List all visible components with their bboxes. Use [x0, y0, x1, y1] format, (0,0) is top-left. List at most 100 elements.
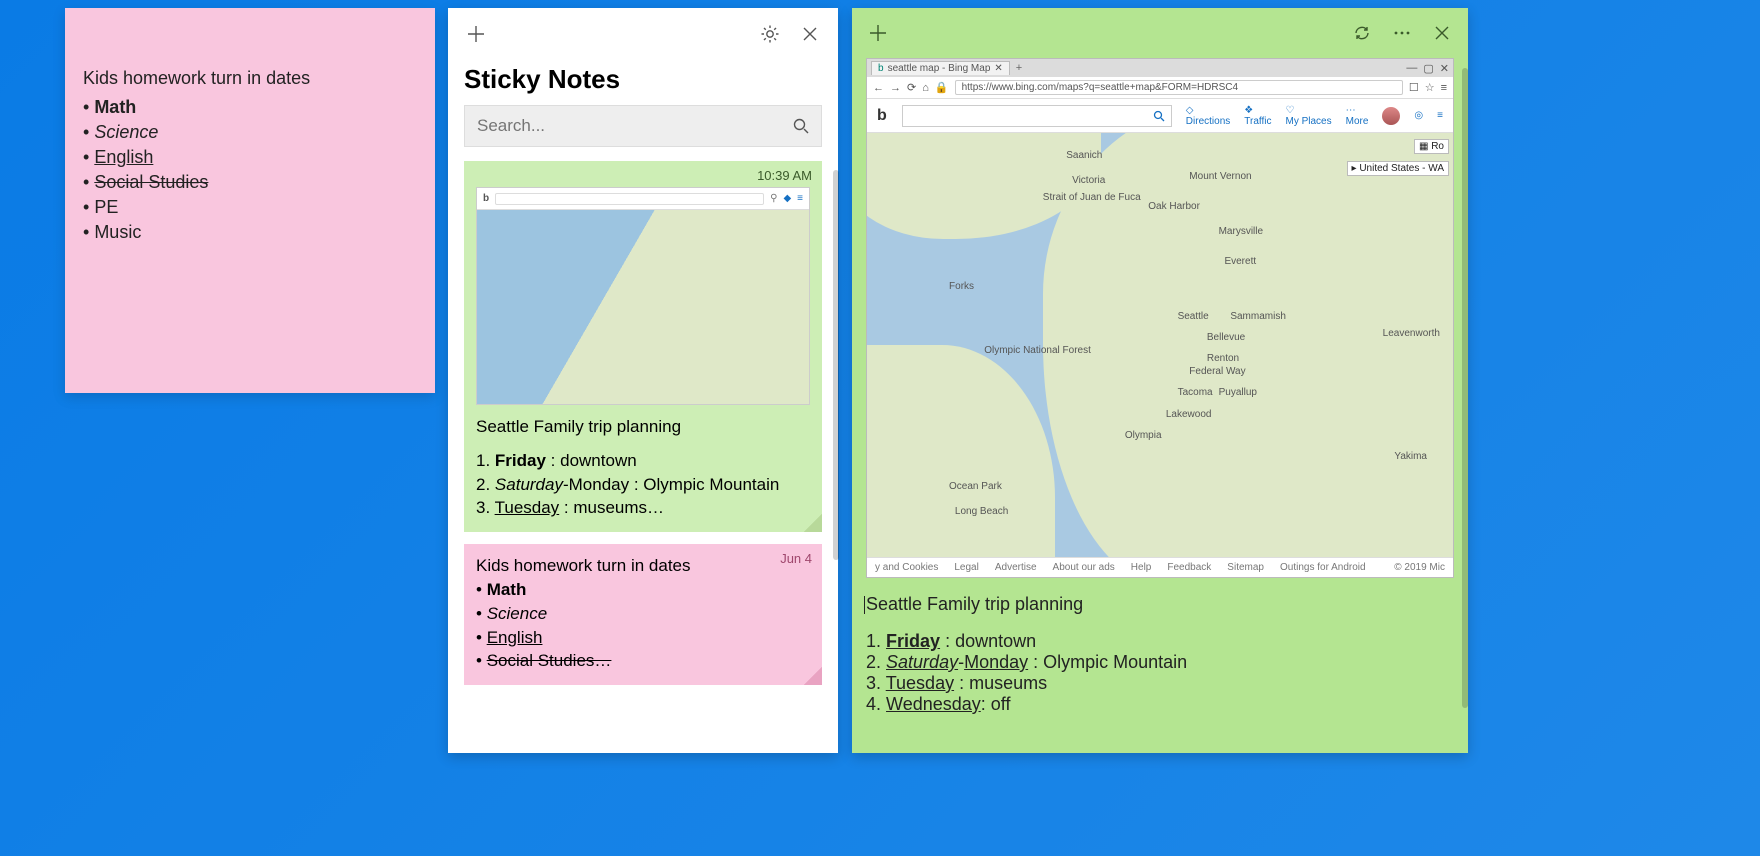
map-region-badge[interactable]: ▸ United States - WA: [1347, 161, 1449, 176]
map-place-label: Everett: [1224, 256, 1256, 267]
list-item: Science: [487, 604, 547, 623]
map-place-label: Oak Harbor: [1148, 201, 1200, 212]
avatar-icon[interactable]: [1382, 107, 1400, 125]
map-place-label: Strait of Juan de Fuca: [1043, 192, 1141, 203]
note-card-title: Kids homework turn in dates: [476, 554, 810, 578]
map-place-label: Bellevue: [1207, 332, 1245, 343]
notes-list: 10:39 AM b⚲◆≡ Seattle Family trip planni…: [448, 161, 838, 753]
list-item: Social Studies…: [487, 651, 612, 670]
footer-link[interactable]: Outings for Android: [1280, 562, 1366, 573]
map-place-label: Olympia: [1125, 430, 1162, 441]
home-icon[interactable]: ⌂: [922, 82, 929, 94]
map-place-label: Mount Vernon: [1189, 171, 1251, 182]
forward-icon[interactable]: →: [890, 82, 901, 94]
note-line: 1. Friday : downtown: [476, 449, 810, 473]
settings-button[interactable]: [750, 14, 790, 54]
map-place-label: Saanich: [1066, 150, 1102, 161]
new-tab-button[interactable]: +: [1016, 62, 1022, 74]
bing-search-input[interactable]: [902, 105, 1172, 127]
maximize-icon[interactable]: ▢: [1423, 62, 1433, 75]
map-thumbnail: b⚲◆≡: [476, 187, 810, 405]
map-place-label: Federal Way: [1189, 366, 1245, 377]
bing-logo-icon: b: [877, 107, 887, 125]
list-item: Music: [94, 222, 141, 242]
footer-link[interactable]: Feedback: [1167, 562, 1211, 573]
note-card-title: Seattle Family trip planning: [476, 415, 810, 439]
note-line: 3. Tuesday : museums…: [476, 496, 810, 520]
corner-fold-icon: [804, 514, 822, 532]
note-timestamp: Jun 4: [780, 550, 812, 568]
minimize-icon[interactable]: —: [1406, 62, 1417, 74]
note-body[interactable]: bseattle map - Bing Map✕ + — ▢ ✕ ← → ⟳ ⌂…: [852, 58, 1468, 753]
corner-fold-icon: [804, 667, 822, 685]
refresh-icon[interactable]: ⟳: [907, 81, 916, 94]
back-icon[interactable]: ←: [873, 82, 884, 94]
close-button[interactable]: [790, 14, 830, 54]
map-place-label: Marysville: [1219, 226, 1263, 237]
toolbar-myplaces[interactable]: ♡My Places: [1286, 105, 1332, 127]
close-button[interactable]: [1422, 13, 1462, 53]
toolbar-traffic[interactable]: ❖Traffic: [1244, 105, 1271, 127]
map-place-label: Ocean Park: [949, 481, 1002, 492]
footer-link[interactable]: Advertise: [995, 562, 1037, 573]
more-button[interactable]: [1382, 13, 1422, 53]
search-input[interactable]: [477, 116, 793, 136]
footer-link[interactable]: Sitemap: [1227, 562, 1264, 573]
bing-logo-icon: b: [483, 192, 489, 206]
embedded-browser: bseattle map - Bing Map✕ + — ▢ ✕ ← → ⟳ ⌂…: [866, 58, 1454, 578]
map-footer: y and Cookies Legal Advertise About our …: [867, 557, 1453, 577]
footer-link[interactable]: About our ads: [1053, 562, 1115, 573]
favorite-icon[interactable]: ☆: [1425, 81, 1435, 94]
map-place-label: Seattle: [1178, 311, 1209, 322]
map-place-label: Forks: [949, 281, 974, 292]
footer-link[interactable]: Legal: [954, 562, 978, 573]
footer-link[interactable]: y and Cookies: [875, 562, 938, 573]
scrollbar[interactable]: [1462, 68, 1468, 708]
note-line: 2. Saturday-Monday : Olympic Mountain: [866, 652, 1454, 673]
note-line: 4. Wednesday: off: [866, 694, 1454, 715]
rewards-icon[interactable]: ◎: [1414, 110, 1423, 121]
browser-tab[interactable]: bseattle map - Bing Map✕: [871, 61, 1010, 75]
map-place-label: Sammamish: [1230, 311, 1286, 322]
plus-icon: [869, 24, 887, 42]
toolbar-more[interactable]: ⋯More: [1346, 105, 1369, 127]
map-place-label: Long Beach: [955, 506, 1008, 517]
new-note-button[interactable]: [456, 14, 496, 54]
reading-icon[interactable]: ☐: [1409, 81, 1419, 94]
map-place-label: Puyallup: [1219, 387, 1257, 398]
list-item: PE: [94, 197, 118, 217]
plus-icon: [467, 25, 485, 43]
homework-list: Math Science English Social Studies PE M…: [83, 95, 417, 245]
toolbar-directions[interactable]: ◇Directions: [1186, 105, 1230, 127]
map-place-label: Leavenworth: [1383, 328, 1440, 339]
close-icon[interactable]: ✕: [1440, 62, 1449, 75]
note-card-homework[interactable]: Jun 4 Kids homework turn in dates Math S…: [464, 544, 822, 685]
list-item: Math: [94, 97, 136, 117]
note-line: 2. Saturday-Monday : Olympic Mountain: [476, 473, 810, 497]
map-place-label: Olympic National Forest: [984, 345, 1091, 356]
sync-button[interactable]: [1342, 13, 1382, 53]
titlebar: [448, 8, 838, 60]
map-place-label: Tacoma: [1178, 387, 1213, 398]
lock-icon: 🔒: [935, 81, 949, 94]
close-icon: [1434, 25, 1450, 41]
pink-sticky-note[interactable]: Kids homework turn in dates Math Science…: [65, 8, 435, 393]
app-title: Sticky Notes: [448, 60, 838, 105]
sticky-notes-app: Sticky Notes 10:39 AM b⚲◆≡ Seattle Famil…: [448, 8, 838, 753]
note-card-seattle[interactable]: 10:39 AM b⚲◆≡ Seattle Family trip planni…: [464, 161, 822, 532]
address-bar[interactable]: https://www.bing.com/maps?q=seattle+map&…: [955, 80, 1403, 95]
new-note-button[interactable]: [858, 13, 898, 53]
footer-link[interactable]: Help: [1131, 562, 1152, 573]
map-layer-badge[interactable]: ▦ Ro: [1414, 139, 1449, 154]
search-box[interactable]: [464, 105, 822, 147]
copyright: © 2019 Mic: [1394, 562, 1445, 573]
hamburger-icon[interactable]: ≡: [1437, 110, 1443, 121]
gear-icon: [760, 24, 780, 44]
map-canvas[interactable]: ▦ Ro ▸ United States - WA SaanichVictori…: [867, 133, 1453, 557]
list-item: Science: [94, 122, 158, 142]
scrollbar[interactable]: [833, 170, 839, 560]
note-line: 1. Friday : downtown: [866, 631, 1454, 652]
search-icon: [1153, 110, 1165, 122]
tab-close-icon[interactable]: ✕: [994, 63, 1002, 74]
favorites-list-icon[interactable]: ≡: [1441, 82, 1447, 94]
